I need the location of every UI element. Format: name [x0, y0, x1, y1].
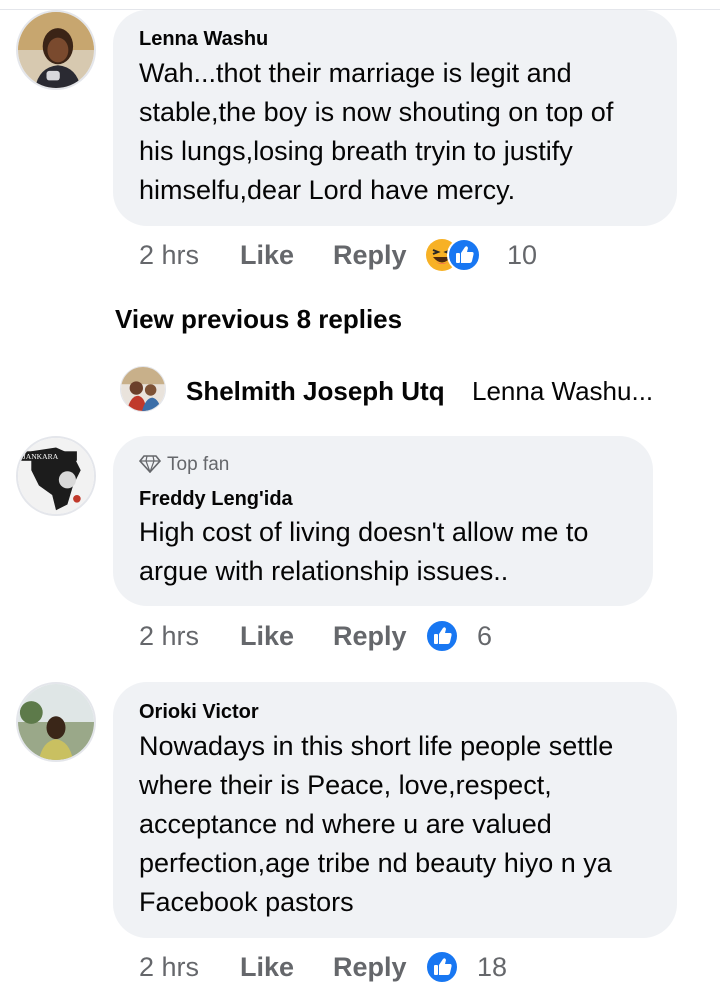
- comment-line: Nowadays in this short life people settl…: [139, 731, 614, 761]
- svg-text:JANKARA: JANKARA: [23, 452, 59, 461]
- top-fan-label: Top fan: [167, 454, 230, 475]
- reply-button[interactable]: Reply: [333, 240, 407, 271]
- comment-time[interactable]: 2 hrs: [139, 240, 199, 271]
- reactions[interactable]: [425, 950, 461, 984]
- comment-line: Facebook pastors: [139, 887, 354, 917]
- comment-text: Nowadays in this short life people settl…: [139, 727, 613, 922]
- comment-line: where their is Peace, love,respect,: [139, 770, 552, 800]
- reactions[interactable]: [425, 238, 495, 272]
- like-button[interactable]: Like: [240, 952, 294, 983]
- comment-line: himselfu,dear Lord have mercy.: [139, 175, 516, 205]
- reaction-count[interactable]: 6: [477, 621, 492, 652]
- comment-author[interactable]: Lenna Washu: [139, 28, 268, 51]
- comment-line: Wah...thot their marriage is legit and: [139, 58, 572, 88]
- reactions[interactable]: [425, 619, 461, 653]
- like-icon: [447, 238, 481, 272]
- top-fan-badge: Top fan: [138, 454, 230, 476]
- comment-line: perfection,age tribe nd beauty hiyo n ya: [139, 848, 612, 878]
- reply-button[interactable]: Reply: [333, 952, 407, 983]
- comment-actions: 2 hrs Like Reply 18: [139, 950, 699, 992]
- reply-author[interactable]: Shelmith Joseph Utq: [186, 376, 445, 407]
- like-button[interactable]: Like: [240, 621, 294, 652]
- comment-time[interactable]: 2 hrs: [139, 952, 199, 983]
- top-divider: [0, 0, 720, 10]
- comment-line: High cost of living doesn't allow me to: [139, 517, 589, 547]
- like-icon: [425, 619, 459, 653]
- comment-line: acceptance nd where u are valued: [139, 809, 552, 839]
- comment-author[interactable]: Orioki Victor: [139, 701, 259, 724]
- reply-button[interactable]: Reply: [333, 621, 407, 652]
- reaction-count[interactable]: 18: [477, 952, 507, 983]
- like-button[interactable]: Like: [240, 240, 294, 271]
- view-previous-replies-link[interactable]: View previous 8 replies: [115, 304, 402, 335]
- comment-actions: 2 hrs Like Reply 10: [139, 238, 699, 280]
- avatar[interactable]: JANKARA: [16, 436, 96, 516]
- like-icon: [425, 950, 459, 984]
- reaction-count[interactable]: 10: [507, 240, 537, 271]
- avatar[interactable]: [16, 682, 96, 762]
- comment-line: his lungs,losing breath tryin to justify: [139, 136, 573, 166]
- comment-text: High cost of living doesn't allow me to …: [139, 513, 588, 591]
- comment-actions: 2 hrs Like Reply 6: [139, 619, 699, 661]
- diamond-icon: [138, 455, 162, 474]
- collapsed-reply[interactable]: Shelmith Joseph Utq Lenna Washu...: [120, 366, 700, 412]
- comment-time[interactable]: 2 hrs: [139, 621, 199, 652]
- comment-author[interactable]: Freddy Leng'ida: [139, 488, 293, 511]
- comment-line: stable,the boy is now shouting on top of: [139, 97, 614, 127]
- reply-preview: Lenna Washu...: [472, 376, 654, 406]
- avatar[interactable]: [16, 10, 96, 90]
- comment-line: argue with relationship issues..: [139, 556, 509, 586]
- comment-text: Wah...thot their marriage is legit and s…: [139, 54, 613, 210]
- avatar[interactable]: [120, 366, 166, 412]
